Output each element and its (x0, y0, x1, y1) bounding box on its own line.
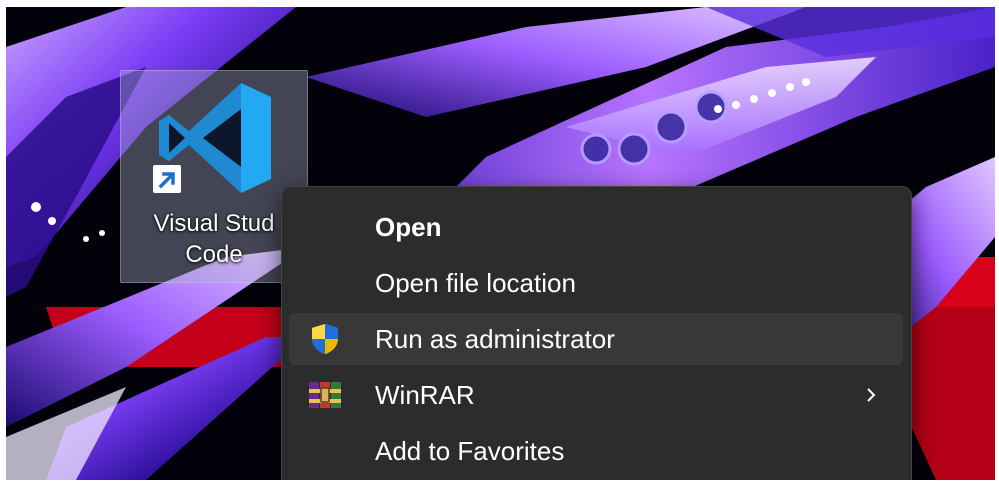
shortcut-arrow-icon (153, 165, 181, 193)
menu-item-winrar[interactable]: WinRAR (289, 369, 903, 421)
winrar-icon (308, 378, 342, 412)
menu-item-add-to-favorites[interactable]: Add to Favorites (289, 425, 903, 477)
context-menu: Open Open file location Run as administr… (281, 186, 912, 480)
screenshot-frame: Visual Stud Code Open Open file location… (6, 7, 995, 480)
menu-item-label: Run as administrator (375, 323, 615, 354)
menu-item-open[interactable]: Open (289, 201, 903, 253)
menu-item-open-file-location[interactable]: Open file location (289, 257, 903, 309)
menu-item-label: Open file location (375, 267, 576, 298)
desktop-shortcut-vscode[interactable]: Visual Stud Code (120, 70, 308, 283)
menu-item-label: Open (375, 211, 442, 242)
menu-item-label: WinRAR (375, 379, 475, 410)
desktop-icon-label-line2: Code (185, 241, 243, 268)
menu-item-label: Add to Favorites (375, 435, 565, 466)
uac-shield-icon (308, 322, 342, 356)
menu-item-run-as-administrator[interactable]: Run as administrator (289, 313, 903, 365)
desktop-icon-label: Visual Stud Code (121, 208, 307, 270)
desktop-icon-label-line1: Visual Stud (153, 210, 275, 237)
chevron-right-icon (867, 388, 876, 402)
